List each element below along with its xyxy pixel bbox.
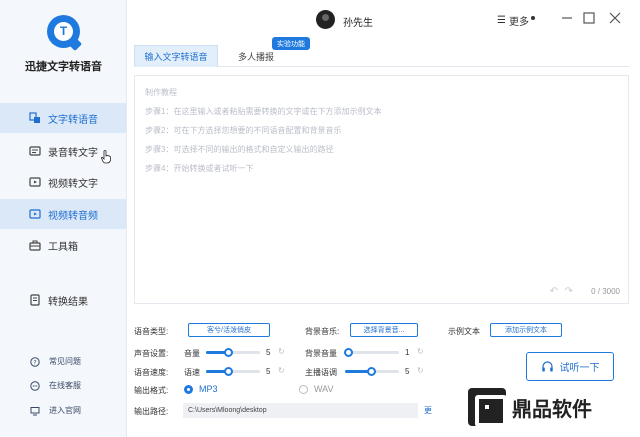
char-counter: 0 / 3000: [591, 287, 620, 296]
maximize-icon[interactable]: [582, 11, 596, 25]
add-sample-text-button[interactable]: 添加示例文本: [490, 323, 562, 337]
app-name: 迅捷文字转语音: [25, 61, 102, 73]
preview-button[interactable]: 试听一下: [526, 352, 614, 381]
footer-link-faq[interactable]: ? 常见问题: [0, 356, 126, 367]
sidebar: T 迅捷文字转语音 文字转语音 录音转文字 视频转文字 视频转音频 工具箱 转换…: [0, 0, 127, 437]
sidebar-item-label: 文字转语音: [48, 114, 98, 126]
sidebar-item-label: 转换结果: [48, 296, 88, 308]
undo-icon[interactable]: ↶: [550, 286, 558, 297]
watermark-logo-icon: [468, 388, 507, 427]
app-logo-icon: T: [47, 15, 83, 52]
text-editor[interactable]: 制作教程 步骤1：在这里输入或者粘贴需要转换的文字或在下方添加示例文本 步骤2：…: [134, 75, 629, 304]
voice-type-button[interactable]: 客兮/活泼俏皮: [188, 323, 270, 337]
reset-icon[interactable]: ↻: [417, 366, 424, 375]
experimental-badge: 实验功能: [272, 37, 310, 50]
wav-label: WAV: [314, 384, 334, 394]
footer-link-website[interactable]: 进入官网: [0, 405, 126, 416]
video-audio-icon: [29, 208, 41, 220]
result-icon: [29, 294, 41, 306]
bg-volume-slider[interactable]: [344, 348, 399, 357]
sidebar-item-label: 工具箱: [48, 241, 78, 253]
editor-placeholder-step: 步骤1：在这里输入或者粘贴需要转换的文字或在下方添加示例文本: [145, 107, 382, 116]
editor-placeholder-step: 步骤3：可选择不同的输出的格式和自定义输出的路径: [145, 145, 334, 154]
more-label: 更多: [508, 17, 529, 28]
voice-type-label: 语音类型:: [134, 327, 169, 336]
sidebar-item-toolbox[interactable]: 工具箱: [0, 230, 126, 260]
redo-icon[interactable]: ↷: [565, 286, 573, 297]
rate-slider[interactable]: [206, 367, 260, 376]
mp3-radio[interactable]: [184, 385, 193, 394]
avatar[interactable]: [316, 10, 335, 29]
sidebar-item-label: 视频转音频: [48, 210, 98, 222]
sidebar-item-text-to-speech[interactable]: 文字转语音: [0, 103, 126, 133]
reset-icon[interactable]: ↻: [417, 347, 424, 356]
rate-value: 5: [266, 367, 271, 376]
notification-dot: [530, 16, 535, 20]
reset-icon[interactable]: ↻: [278, 366, 285, 375]
sidebar-item-results[interactable]: 转换结果: [0, 285, 126, 315]
recording-icon: [29, 145, 41, 157]
output-format-label: 输出格式:: [134, 386, 169, 395]
watermark: 鼎品软件: [468, 388, 592, 427]
footer-link-label: 进入官网: [49, 406, 81, 415]
sidebar-item-video-to-text[interactable]: 视频转文字: [0, 167, 126, 197]
bg-volume-value: 1: [405, 348, 410, 357]
top-bar: 孙先生 ☰ 更多: [127, 0, 640, 40]
preview-button-label: 试听一下: [559, 363, 600, 374]
output-path-input[interactable]: C:\Users\Mloong\desktop: [183, 403, 418, 418]
bg-music-label: 背景音乐:: [305, 327, 340, 336]
wav-radio[interactable]: [299, 385, 308, 394]
user-name[interactable]: 孙先生: [343, 14, 373, 29]
mp3-label: MP3: [199, 384, 218, 394]
monitor-icon: [30, 406, 40, 416]
sample-text-label: 示例文本: [448, 327, 480, 336]
bg-music-button[interactable]: 选择背景音...: [350, 323, 418, 337]
sidebar-item-video-to-audio[interactable]: 视频转音频: [0, 199, 126, 229]
rate-label: 语速: [184, 368, 200, 377]
output-path-label: 输出路径:: [134, 407, 169, 416]
footer-link-label: 常见问题: [49, 357, 81, 366]
sidebar-item-label: 录音转文字: [48, 147, 98, 159]
volume-slider[interactable]: [206, 348, 260, 357]
editor-placeholder-title: 制作教程: [145, 88, 177, 97]
volume-value: 5: [266, 348, 271, 357]
mode-tabs: 输入文字转语音 多人播报 实验功能: [134, 37, 629, 67]
reset-icon[interactable]: ↻: [278, 347, 285, 356]
change-path-link[interactable]: 更: [424, 405, 432, 416]
sound-settings-label: 声音设置:: [134, 349, 169, 358]
more-menu[interactable]: ☰ 更多: [497, 13, 535, 28]
volume-label: 音量: [184, 349, 200, 358]
minimize-icon[interactable]: [560, 11, 574, 25]
footer-link-support[interactable]: 在线客服: [0, 380, 126, 391]
pitch-label: 主播语调: [305, 368, 337, 377]
footer-link-label: 在线客服: [49, 381, 81, 390]
pitch-value: 5: [405, 367, 410, 376]
text-to-speech-icon: [29, 112, 41, 124]
editor-placeholder-step: 步骤2：可在下方选择您想要的不同语音配置和背景音乐: [145, 126, 342, 135]
toolbox-icon: [29, 239, 41, 251]
headphones-icon: [541, 361, 553, 372]
editor-placeholder-step: 步骤4：开始转换或者试听一下: [145, 164, 254, 173]
svg-text:?: ?: [33, 359, 36, 366]
hand-cursor-icon: [101, 150, 111, 164]
video-icon: [29, 176, 41, 188]
bg-volume-label: 背景音量: [305, 349, 337, 358]
close-icon[interactable]: [608, 11, 622, 25]
menu-icon: ☰: [497, 15, 506, 26]
speech-speed-label: 语音速度:: [134, 368, 169, 377]
sidebar-item-label: 视频转文字: [48, 178, 98, 190]
watermark-text: 鼎品软件: [512, 398, 592, 421]
question-icon: ?: [30, 356, 40, 367]
tab-text-input[interactable]: 输入文字转语音: [134, 45, 218, 67]
chat-icon: [30, 380, 40, 391]
pitch-slider[interactable]: [345, 367, 399, 376]
